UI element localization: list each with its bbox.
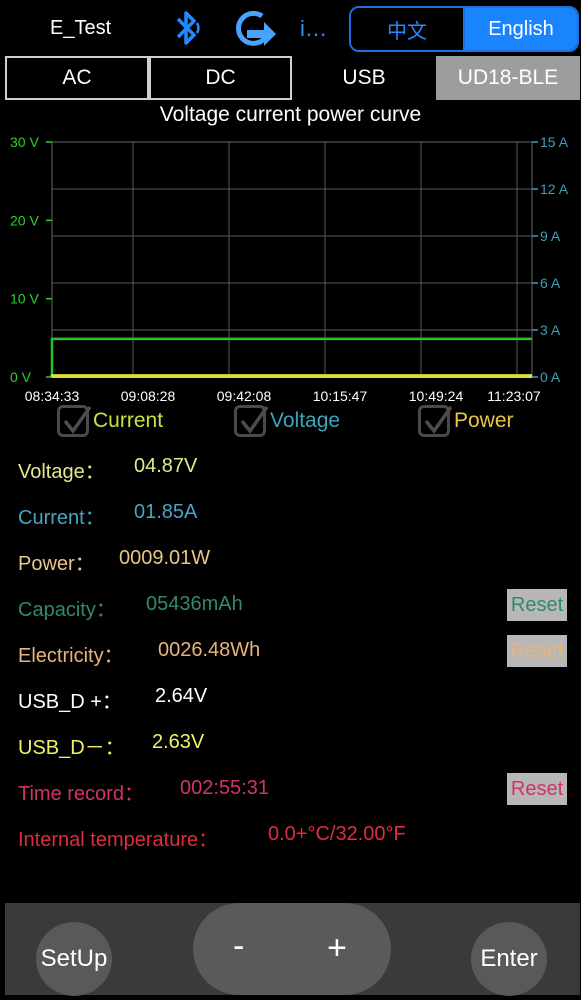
x-tick-label: 09:08:28 <box>121 388 176 404</box>
current-checkbox[interactable]: Current <box>57 405 163 437</box>
capacity-value: 05436mAh <box>146 593 243 615</box>
plot-area <box>51 141 533 378</box>
tab-usb[interactable]: USB <box>292 56 436 100</box>
adjust-pill: - + <box>193 903 391 995</box>
tab-dc[interactable]: DC <box>149 56 292 100</box>
time-reset-button[interactable]: Reset <box>507 773 567 805</box>
top-bar: E_Test i... 中文 English <box>0 0 581 56</box>
x-tick-label: 11:23:07 <box>487 388 541 404</box>
info-button[interactable]: i... <box>300 16 327 42</box>
setup-button[interactable]: SetUp <box>36 922 112 996</box>
time-record-value: 002:55:31 <box>180 777 269 799</box>
y-right-tick-label: 6 A <box>540 275 561 291</box>
device-tabs: AC DC USB UD18-BLE <box>5 56 580 102</box>
power-checkbox[interactable]: Power <box>418 405 514 437</box>
y-right-tick-label: 12 A <box>540 181 569 197</box>
voltage-checkbox-label: Voltage <box>270 409 341 432</box>
capacity-reset-button[interactable]: Reset <box>507 589 567 621</box>
connect-icon[interactable] <box>232 8 278 50</box>
tab-ac[interactable]: AC <box>5 56 149 100</box>
y-left-tick-label: 20 V <box>10 212 39 228</box>
y-right-tick-label: 0 A <box>540 369 561 385</box>
bluetooth-icon[interactable] <box>172 6 202 52</box>
power-row: Power： 0009.01W <box>18 537 578 577</box>
voltage-row: Voltage： 04.87V <box>18 445 578 485</box>
temperature-row: Internal temperature： 0.0+°C/32.00°F <box>18 813 578 853</box>
electricity-row: Electricity： 0026.48Wh Reset <box>18 629 578 669</box>
app-name: E_Test <box>50 17 112 39</box>
voltage-checkbox[interactable]: Voltage <box>234 405 340 437</box>
tab-ud18-ble[interactable]: UD18-BLE <box>436 56 580 100</box>
y-right-tick-label: 15 A <box>540 134 569 150</box>
enter-button[interactable]: Enter <box>471 922 547 996</box>
voltage-label: Voltage： <box>18 461 105 483</box>
checkmark-icon <box>418 405 453 437</box>
x-tick-label: 10:15:47 <box>313 388 368 404</box>
power-label: Power： <box>18 553 95 575</box>
power-value: 0009.01W <box>119 547 211 569</box>
voltage-current-chart: 30 V 20 V 10 V 0 V 15 A 12 A 9 A 6 A 3 A 0 A 08:34… <box>10 134 569 404</box>
y-left-tick-label: 0 V <box>10 369 32 385</box>
chart-title: Voltage current power curve <box>159 103 422 126</box>
x-tick-label: 10:49:24 <box>409 388 464 404</box>
y-left-tick-label: 10 V <box>10 291 39 307</box>
power-checkbox-label: Power <box>454 409 514 432</box>
usb-dp-value: 2.64V <box>155 685 208 707</box>
electricity-reset-button[interactable]: Reset <box>507 635 567 667</box>
temperature-value: 0.0+°C/32.00°F <box>268 823 406 845</box>
checkmark-icon <box>57 405 92 437</box>
current-value: 01.85A <box>134 501 198 523</box>
electricity-value: 0026.48Wh <box>158 639 261 661</box>
minus-button[interactable]: - <box>233 927 244 966</box>
time-record-label: Time record： <box>18 783 144 805</box>
y-right-tick-label: 9 A <box>540 228 561 244</box>
y-right-tick-label: 3 A <box>540 322 561 338</box>
bottom-controls: SetUp - + Enter <box>5 903 580 996</box>
x-tick-label: 08:34:33 <box>25 388 80 404</box>
time-record-row: Time record： 002:55:31 Reset <box>18 767 578 807</box>
capacity-label: Capacity： <box>18 599 116 621</box>
y-left-tick-label: 30 V <box>10 134 39 150</box>
temperature-label: Internal temperature： <box>18 829 219 851</box>
usb-dm-value: 2.63V <box>152 731 205 753</box>
voltage-value: 04.87V <box>134 455 198 477</box>
language-chinese-button[interactable]: 中文 <box>351 8 465 50</box>
capacity-row: Capacity： 05436mAh Reset <box>18 583 578 623</box>
electricity-label: Electricity： <box>18 645 124 667</box>
usb-dp-label: USB_D +： <box>18 691 122 713</box>
current-row: Current： 01.85A <box>18 491 578 531</box>
usb-dp-row: USB_D +： 2.64V <box>18 675 578 715</box>
checkmark-icon <box>234 405 269 437</box>
series-checkboxes: Current Voltage Power <box>0 405 581 447</box>
language-toggle: 中文 English <box>349 6 579 52</box>
usb-dm-label: USB_D－： <box>18 737 125 759</box>
language-english-button[interactable]: English <box>465 8 577 50</box>
x-tick-label: 09:42:08 <box>217 388 272 404</box>
plus-button[interactable]: + <box>327 929 347 968</box>
usb-dm-row: USB_D－： 2.63V <box>18 721 578 761</box>
current-label: Current： <box>18 507 105 529</box>
current-checkbox-label: Current <box>93 409 164 432</box>
